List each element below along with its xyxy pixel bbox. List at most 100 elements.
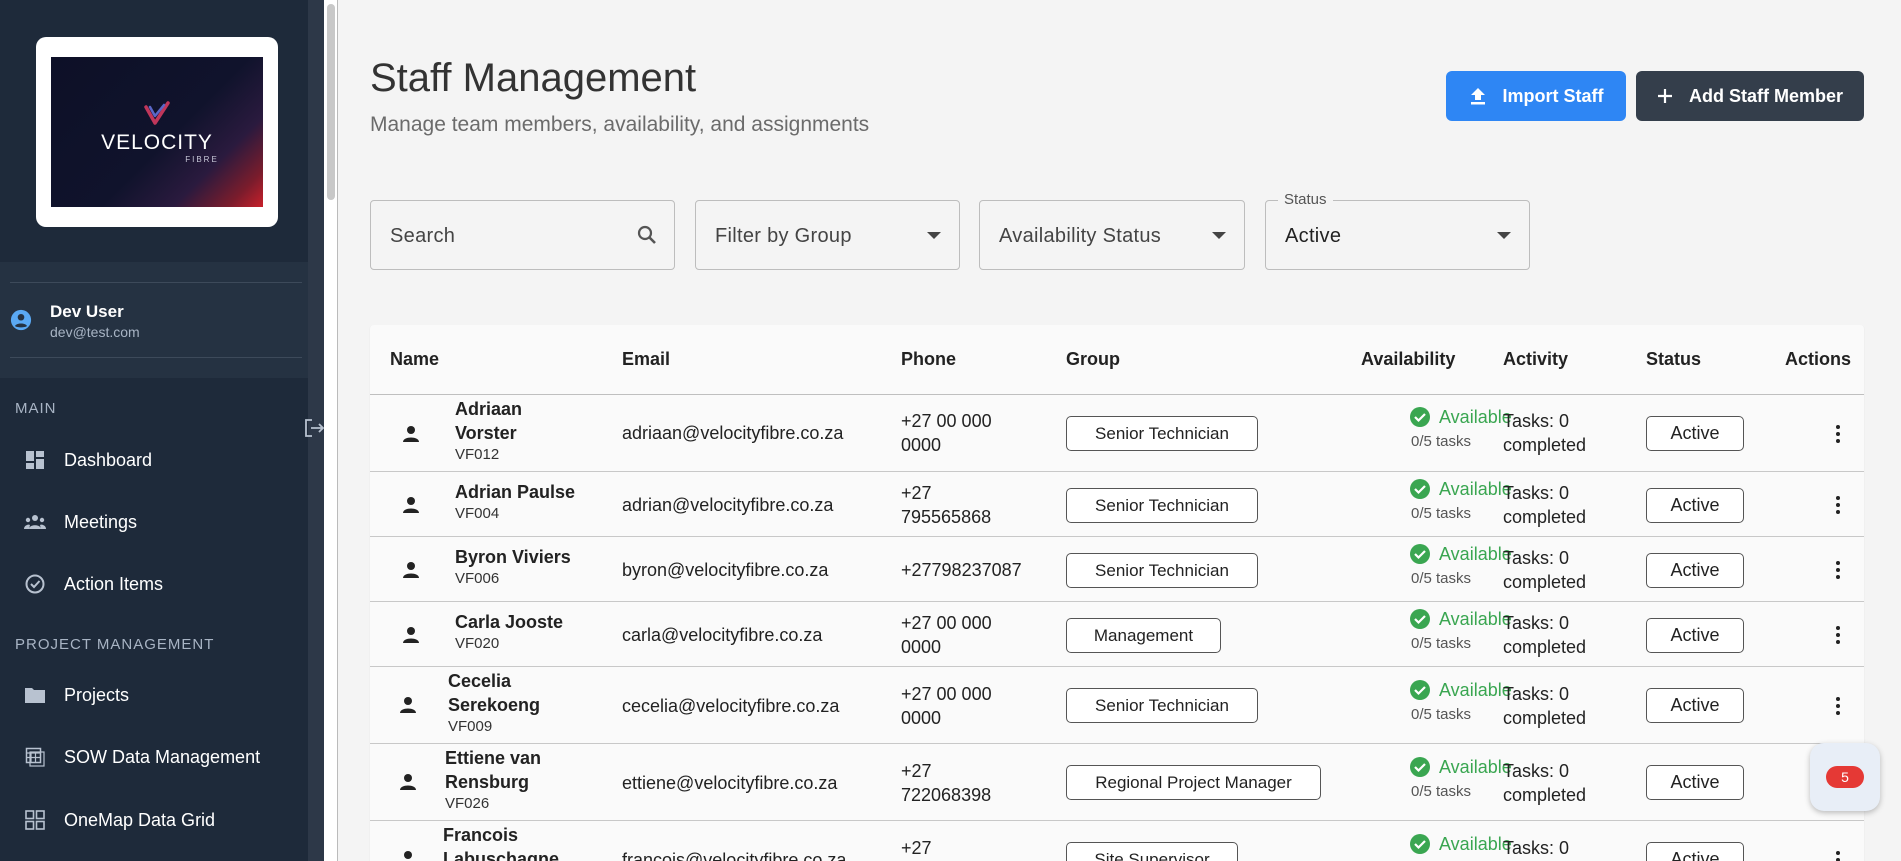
staff-name-cell: Byron Viviers VF006 — [455, 545, 571, 589]
column-header-activity[interactable]: Activity — [1503, 349, 1568, 370]
sidebar-item-action-items[interactable]: Action Items — [24, 569, 163, 599]
status-field-value: Active — [1285, 225, 1342, 247]
group-chip[interactable]: Site Supervisor — [1066, 842, 1238, 861]
more-actions-icon[interactable] — [1832, 624, 1844, 646]
notifications-fab[interactable]: 5 — [1810, 743, 1880, 811]
check-circle-icon — [1410, 834, 1430, 854]
activity-cell: Tasks: 0 completed — [1503, 759, 1586, 807]
group-chip[interactable]: Senior Technician — [1066, 688, 1258, 723]
logout-icon[interactable] — [303, 417, 325, 439]
staff-name: Cecelia — [448, 671, 512, 691]
availability-status: Available — [1439, 757, 1512, 777]
group-chip[interactable]: Management — [1066, 618, 1221, 653]
sidebar-item-onemap-data-grid[interactable]: OneMap Data Grid — [24, 805, 215, 835]
import-staff-label: Import Staff — [1502, 85, 1604, 106]
page-subtitle: Manage team members, availability, and a… — [370, 113, 870, 136]
staff-name: Labuschagne — [443, 849, 560, 861]
availability-cell: Available — [1409, 832, 1512, 856]
sidebar-item-projects[interactable]: Projects — [24, 680, 129, 710]
logo-card: VELOCITY FIBRE — [36, 37, 278, 227]
dropdown-arrow-icon — [927, 232, 941, 239]
import-staff-button[interactable]: Import Staff — [1446, 71, 1626, 121]
activity-line: Tasks: 0 — [1503, 548, 1570, 568]
column-header-name[interactable]: Name — [390, 349, 439, 370]
phone-line: 0000 — [901, 637, 942, 657]
user-profile[interactable]: Dev User dev@test.com — [0, 262, 308, 378]
staff-name: Byron Viviers — [455, 547, 571, 567]
column-header-phone[interactable]: Phone — [901, 349, 956, 370]
table-row[interactable]: Cecelia Serekoeng VF009 cecelia@velocity… — [370, 667, 1864, 744]
group-filter-placeholder: Filter by Group — [715, 225, 852, 247]
table-row[interactable]: Byron Viviers VF006 byron@velocityfibre.… — [370, 537, 1864, 602]
search-input[interactable]: Search — [370, 200, 675, 270]
availability-status: Available — [1439, 609, 1512, 629]
table-row[interactable]: Francois Labuschagne francois@velocityfi… — [370, 821, 1864, 861]
status-chip[interactable]: Active — [1646, 488, 1744, 523]
status-chip[interactable]: Active — [1646, 618, 1744, 653]
more-actions-icon[interactable] — [1832, 559, 1844, 581]
status-chip[interactable]: Active — [1646, 688, 1744, 723]
group-chip[interactable]: Regional Project Manager — [1066, 765, 1321, 800]
phone-line: +27 00 000 — [901, 613, 992, 633]
phone-line: 0000 — [901, 708, 942, 728]
sidebar-item-meetings[interactable]: Meetings — [24, 507, 137, 537]
group-chip[interactable]: Senior Technician — [1066, 488, 1258, 523]
sidebar-item-label: Dashboard — [64, 449, 153, 470]
notification-count-badge: 5 — [1826, 766, 1864, 788]
column-header-availability[interactable]: Availability — [1361, 349, 1455, 370]
task-capacity: 0/5 tasks — [1411, 635, 1472, 652]
staff-email: adrian@velocityfibre.co.za — [622, 495, 834, 515]
page-title: Staff Management — [370, 56, 697, 100]
table-row[interactable]: Adrian Paulse VF004 adrian@velocityfibre… — [370, 472, 1864, 537]
phone-line: +27 00 000 — [901, 684, 992, 704]
check-circle-icon — [1410, 609, 1430, 629]
staff-name-cell: Francois Labuschagne — [443, 823, 559, 861]
task-capacity: 0/5 tasks — [1411, 783, 1472, 800]
status-select[interactable]: Status Active — [1265, 191, 1530, 270]
status-chip[interactable]: Active — [1646, 416, 1744, 451]
column-header-email[interactable]: Email — [622, 349, 670, 370]
table-row[interactable]: Carla Jooste VF020 carla@velocityfibre.c… — [370, 602, 1864, 667]
activity-line: Tasks: 0 — [1503, 411, 1570, 431]
more-actions-icon[interactable] — [1832, 695, 1844, 717]
staff-email: ettiene@velocityfibre.co.za — [622, 773, 838, 793]
availability-status-select[interactable]: Availability Status — [979, 200, 1245, 270]
more-actions-icon[interactable] — [1832, 494, 1844, 516]
group-chip[interactable]: Senior Technician — [1066, 553, 1258, 588]
group-filter-select[interactable]: Filter by Group — [695, 200, 960, 270]
status-chip[interactable]: Active — [1646, 765, 1744, 800]
person-icon — [403, 497, 419, 513]
divider — [10, 282, 302, 283]
staff-name: Francois — [443, 825, 519, 845]
staff-id: VF026 — [445, 795, 490, 812]
sidebar-item-dashboard[interactable]: Dashboard — [24, 445, 152, 475]
availability-cell: Available 0/5 tasks — [1409, 607, 1512, 652]
main-content: Staff Management Manage team members, av… — [338, 0, 1901, 861]
check-circle-icon — [1410, 407, 1430, 427]
sidebar-scrollbar-thumb[interactable] — [327, 4, 335, 200]
staff-name: Ettiene van — [445, 748, 542, 768]
staff-email: carla@velocityfibre.co.za — [622, 625, 823, 645]
column-header-status[interactable]: Status — [1646, 349, 1701, 370]
group-chip[interactable]: Senior Technician — [1066, 416, 1258, 451]
table-row[interactable]: Adriaan Vorster VF012 adriaan@velocityfi… — [370, 395, 1864, 472]
check-circle-icon — [1410, 544, 1430, 564]
staff-name: Rensburg — [445, 772, 530, 792]
staff-table: Name Email Phone Group Availability Acti… — [370, 325, 1864, 861]
status-chip[interactable]: Active — [1646, 553, 1744, 588]
status-chip[interactable]: Active — [1646, 842, 1744, 861]
activity-line: Tasks: 0 — [1503, 483, 1570, 503]
status-field-label: Status — [1278, 191, 1333, 208]
more-actions-icon[interactable] — [1832, 849, 1844, 861]
more-actions-icon[interactable] — [1832, 423, 1844, 445]
staff-phone: +27798237087 — [901, 560, 1022, 580]
table-row[interactable]: Ettiene van Rensburg VF026 ettiene@veloc… — [370, 744, 1864, 821]
add-staff-member-button[interactable]: Add Staff Member — [1636, 71, 1864, 121]
nav-section-main: MAIN — [15, 400, 57, 417]
staff-name-cell: Adrian Paulse VF004 — [455, 480, 575, 524]
activity-cell: Tasks: 0 completed — [1503, 481, 1586, 529]
sidebar-item-sow-data-management[interactable]: SOW Data Management — [24, 742, 260, 772]
availability-cell: Available 0/5 tasks — [1409, 477, 1512, 522]
column-header-group[interactable]: Group — [1066, 349, 1120, 370]
dropdown-arrow-icon — [1212, 232, 1226, 239]
